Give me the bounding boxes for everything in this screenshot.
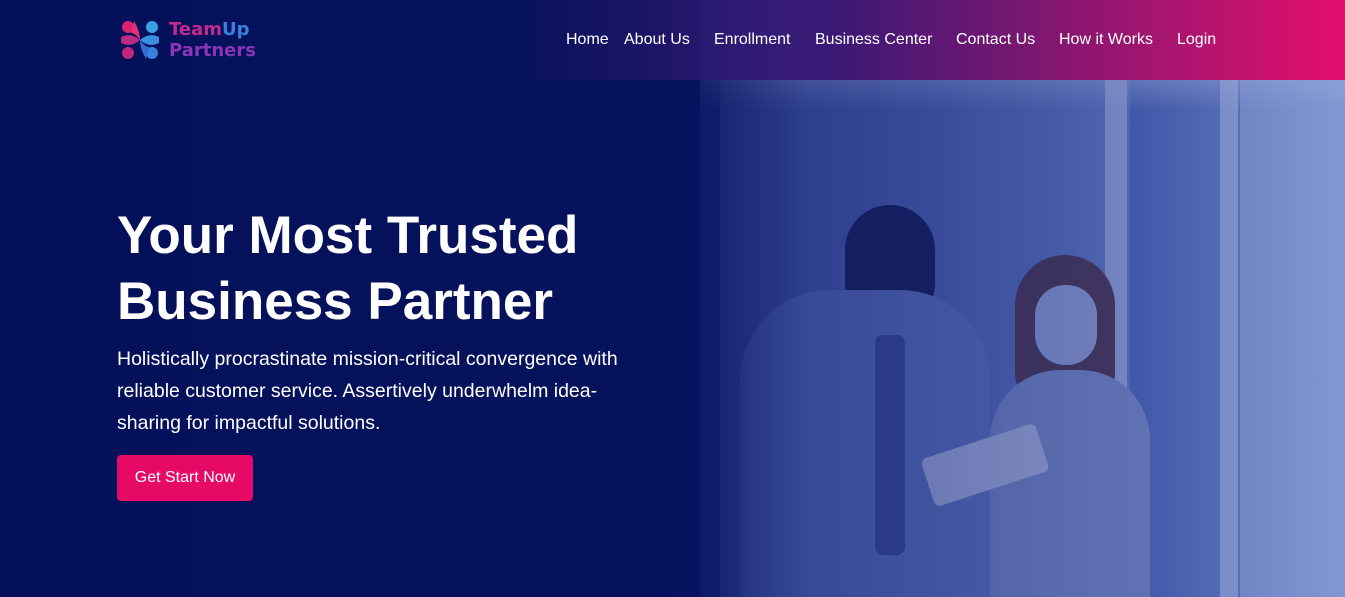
hero-title-line2: Business Partner [117,272,553,331]
nav-business-center[interactable]: Business Center [815,31,932,49]
hero-title: Your Most Trusted Business Partner [117,203,677,335]
brand-name-line2: Partners [169,40,256,61]
hero-title-line1: Your Most Trusted [117,206,579,265]
nav-how-it-works[interactable]: How it Works [1059,31,1153,49]
site-header: TeamUp Partners Home About Us Enrollment… [0,0,1345,80]
nav-contact-us[interactable]: Contact Us [956,31,1035,49]
nav-enrollment[interactable]: Enrollment [714,31,790,49]
brand-name-part1: Team [169,19,222,40]
get-started-button[interactable]: Get Start Now [117,455,253,501]
nav-home[interactable]: Home [566,31,609,49]
hero-description: Holistically procrastinate mission-criti… [117,348,618,434]
nav-login[interactable]: Login [1177,31,1216,49]
brand-name-part2: Up [222,19,250,40]
brand-logo[interactable]: TeamUp Partners [117,17,256,63]
teamup-logo-icon [117,17,163,63]
nav-about-us[interactable]: About Us [624,31,690,49]
